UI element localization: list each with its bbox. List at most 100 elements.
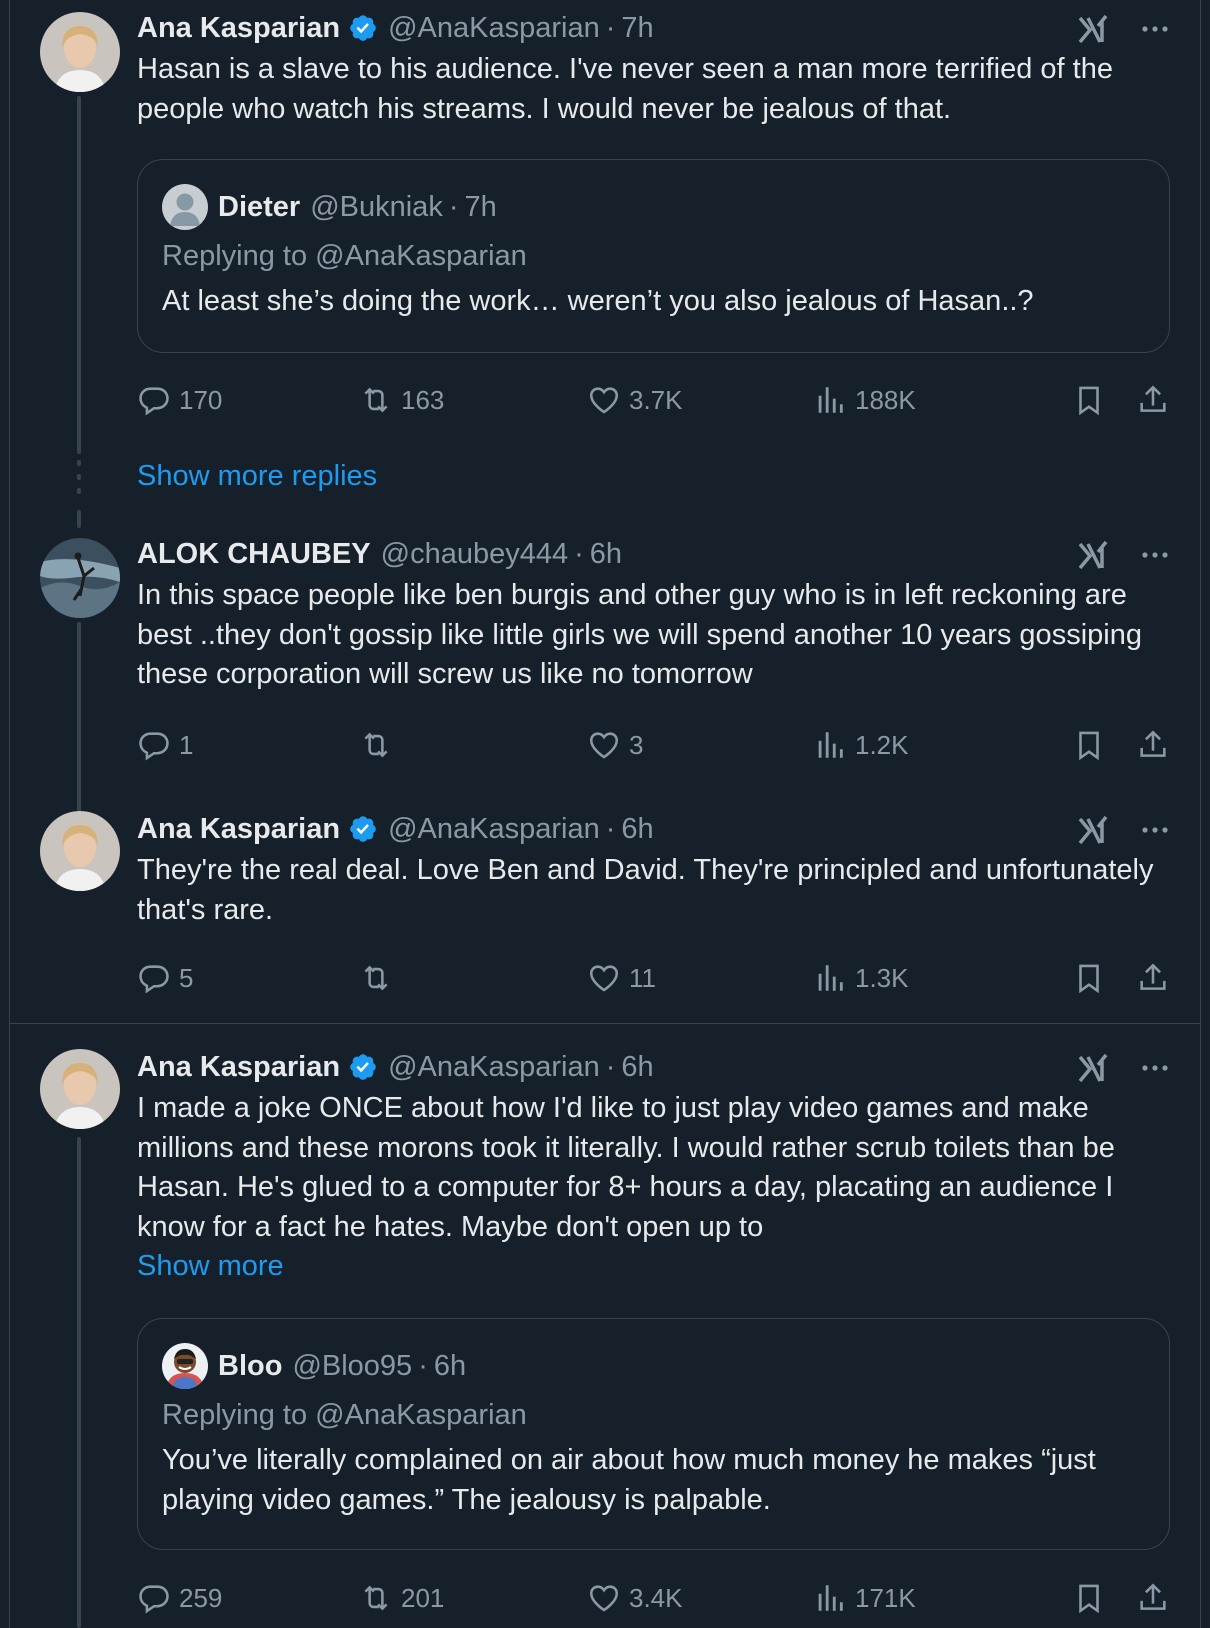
views-button[interactable]: 171K (813, 1578, 916, 1618)
tweet-actions: 170 163 3.7K 188K (137, 380, 1170, 420)
verified-badge-icon (348, 1052, 378, 1082)
replying-handle[interactable]: @AnaKasparian (315, 1399, 527, 1431)
quote-author-name: Bloo (218, 1349, 283, 1382)
verified-badge-icon (348, 13, 378, 43)
views-button[interactable]: 188K (813, 380, 916, 420)
verified-badge-icon (348, 814, 378, 844)
tweet-time[interactable]: 6h (621, 1051, 653, 1084)
reply-count: 259 (179, 1582, 223, 1613)
avatar-ana-kasparian[interactable] (40, 811, 120, 891)
share-button[interactable] (1136, 958, 1170, 998)
retweet-count: 201 (401, 1582, 445, 1613)
quoted-tweet[interactable]: Dieter @Bukniak · 7h Replying to @AnaKas… (137, 159, 1170, 353)
quoted-tweet[interactable]: Bloo @Bloo95 · 6h Replying to @AnaKaspar… (137, 1318, 1170, 1550)
reply-button[interactable]: 5 (137, 958, 193, 998)
more-icon[interactable] (1140, 14, 1170, 44)
bookmark-button[interactable] (1072, 1578, 1106, 1618)
more-icon[interactable] (1140, 540, 1170, 570)
like-button[interactable]: 11 (587, 958, 656, 998)
retweet-button[interactable] (359, 725, 401, 765)
tweet-text: Hasan is a slave to his audience. I've n… (137, 53, 1113, 125)
retweet-button[interactable] (359, 958, 401, 998)
quote-replying-to: Replying to @AnaKasparian (162, 236, 1145, 276)
like-count: 3 (629, 729, 644, 760)
retweet-button[interactable]: 201 (359, 1578, 444, 1618)
bookmark-button[interactable] (1072, 725, 1106, 765)
quote-text: You’ve literally complained on air about… (162, 1444, 1096, 1516)
tweet-time[interactable]: 6h (590, 538, 622, 571)
avatar-ana-kasparian[interactable] (40, 12, 120, 92)
tweet-2[interactable]: ALOK CHAUBEY @chaubey444 · 6h In this sp… (137, 536, 1170, 695)
quote-author-handle: @Bukniak (310, 190, 443, 223)
like-button[interactable]: 3.7K (587, 380, 683, 420)
more-icon[interactable] (1140, 1053, 1170, 1083)
quote-replying-to: Replying to @AnaKasparian (162, 1395, 1145, 1435)
retweet-button[interactable]: 163 (359, 380, 444, 420)
tweet-top-icons (1076, 12, 1170, 46)
author-handle[interactable]: @AnaKasparian (388, 12, 600, 45)
author-handle[interactable]: @AnaKasparian (388, 813, 600, 846)
show-more-replies-link[interactable]: Show more replies (137, 457, 377, 497)
tweet-4[interactable]: Ana Kasparian @AnaKasparian · 6h I made … (137, 1049, 1170, 1287)
replying-handle[interactable]: @AnaKasparian (315, 240, 527, 272)
show-more-link[interactable]: Show more (137, 1247, 1170, 1287)
separator-dot: · (574, 537, 584, 570)
separator-dot: · (605, 812, 616, 845)
thread-connector-line (77, 622, 81, 818)
author-name[interactable]: Ana Kasparian (137, 12, 340, 45)
author-name[interactable]: Ana Kasparian (137, 1051, 340, 1084)
tweet-header: ALOK CHAUBEY @chaubey444 · 6h (137, 536, 1170, 572)
share-button[interactable] (1136, 1578, 1170, 1618)
retweet-count: 163 (401, 384, 445, 415)
bookmark-button[interactable] (1072, 958, 1106, 998)
separator-dot: · (418, 1349, 428, 1382)
share-icon (1140, 730, 1166, 757)
bookmark-button[interactable] (1072, 380, 1106, 420)
share-button[interactable] (1136, 380, 1170, 420)
author-name[interactable]: Ana Kasparian (137, 813, 340, 846)
reply-icon (139, 387, 169, 416)
views-icon (818, 732, 843, 758)
author-handle[interactable]: @chaubey444 (381, 538, 568, 571)
reply-count: 1 (179, 729, 194, 760)
views-count: 171K (855, 1582, 916, 1613)
bookmark-icon (1079, 1584, 1099, 1614)
grok-icon[interactable] (1076, 538, 1110, 572)
like-button[interactable]: 3.4K (587, 1578, 683, 1618)
tweet-time[interactable]: 7h (621, 12, 653, 45)
like-count: 11 (629, 962, 656, 993)
bookmark-icon (1079, 964, 1099, 994)
tweet-3[interactable]: Ana Kasparian @AnaKasparian · 6h They're… (137, 811, 1170, 930)
reply-button[interactable]: 1 (137, 725, 193, 765)
views-count: 1.3K (855, 962, 909, 993)
author-handle[interactable]: @AnaKasparian (388, 1051, 600, 1084)
views-button[interactable]: 1.2K (813, 725, 909, 765)
tweet-1[interactable]: Ana Kasparian @AnaKasparian · 7h Hasan i… (137, 10, 1170, 129)
separator-dot: · (448, 190, 459, 223)
grok-icon[interactable] (1076, 12, 1110, 46)
thread-gap-dots (77, 460, 81, 502)
reply-button[interactable]: 170 (137, 380, 222, 420)
tweet-text: In this space people like ben burgis and… (137, 579, 1142, 690)
tweet-time[interactable]: 6h (621, 813, 653, 846)
frame-right-border (1200, 0, 1201, 1628)
frame-left-border (9, 0, 10, 1628)
avatar-ana-kasparian[interactable] (40, 1049, 120, 1129)
author-name[interactable]: ALOK CHAUBEY (137, 538, 371, 571)
grok-icon[interactable] (1076, 813, 1110, 847)
replying-label: Replying to (162, 1399, 316, 1431)
quote-text: At least she’s doing the work… weren’t y… (162, 285, 1034, 317)
grok-icon[interactable] (1076, 1051, 1110, 1085)
views-icon (818, 965, 843, 991)
tweet-header: Ana Kasparian @AnaKasparian · 6h (137, 811, 1170, 847)
quote-time: 6h (433, 1349, 467, 1382)
tweet-actions: 259 201 3.4K 171K (137, 1578, 1170, 1618)
heart-icon (589, 732, 619, 759)
more-icon[interactable] (1140, 815, 1170, 845)
reply-count: 5 (179, 962, 194, 993)
like-button[interactable]: 3 (587, 725, 643, 765)
reply-button[interactable]: 259 (137, 1578, 222, 1618)
avatar-alok-chaubey[interactable] (40, 538, 120, 618)
share-button[interactable] (1136, 725, 1170, 765)
views-button[interactable]: 1.3K (813, 958, 909, 998)
